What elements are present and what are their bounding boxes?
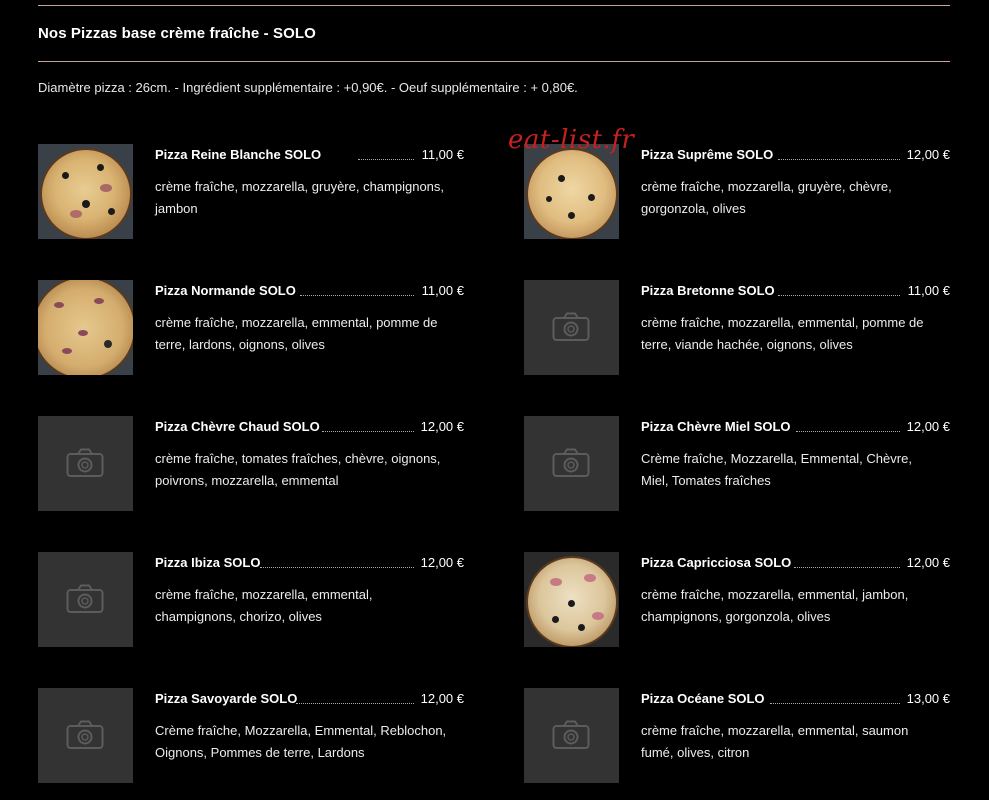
image-placeholder [524,280,619,375]
menu-item-supreme[interactable]: Pizza Suprême SOLO 12,00 € crème fraîche… [524,144,950,239]
item-description: crème fraîche, mozzarella, emmental, jam… [641,587,909,624]
camera-icon [552,448,590,477]
price-leader-dots [778,295,900,296]
menu-item-savoyarde[interactable]: Pizza Savoyarde SOLO 12,00 € Crème fraîc… [38,688,464,783]
price-leader-dots [770,703,900,704]
price-leader-dots [260,567,414,568]
menu-item-chevre-chaud[interactable]: Pizza Chèvre Chaud SOLO 12,00 € crème fr… [38,416,464,511]
section-top-divider [38,5,950,6]
item-name: Pizza Chèvre Chaud SOLO [155,419,320,434]
camera-icon [66,448,104,477]
price-leader-dots [300,295,414,296]
item-price: 12,00 € [420,691,464,706]
camera-icon [66,720,104,749]
price-leader-dots [796,431,900,432]
item-name: Pizza Normande SOLO [155,283,296,298]
item-price: 12,00 € [906,419,950,434]
item-name: Pizza Ibiza SOLO [155,555,261,570]
item-description: crème fraîche, mozzarella, emmental, pom… [155,315,438,352]
menu-item-reine-blanche[interactable]: Pizza Reine Blanche SOLO 11,00 € crème f… [38,144,464,239]
price-leader-dots [322,431,414,432]
item-name: Pizza Capricciosa SOLO [641,555,792,570]
menu-item-chevre-miel[interactable]: Pizza Chèvre Miel SOLO 12,00 € Crème fra… [524,416,950,511]
camera-icon [66,584,104,613]
pizza-photo[interactable] [38,280,133,375]
item-description: crème fraîche, tomates fraîches, chèvre,… [155,451,441,488]
item-price: 12,00 € [906,147,950,162]
item-price: 11,00 € [421,147,464,162]
item-name: Pizza Savoyarde SOLO [155,691,298,706]
menu-item-bretonne[interactable]: Pizza Bretonne SOLO 11,00 € crème fraîch… [524,280,950,375]
pizza-photo[interactable] [524,144,619,239]
menu-item-ibiza[interactable]: Pizza Ibiza SOLO 12,00 € crème fraîche, … [38,552,464,647]
item-description: crème fraîche, mozzarella, gruyère, cham… [155,179,445,216]
section-title: Nos Pizzas base crème fraîche - SOLO [38,25,316,42]
item-description: crème fraîche, mozzarella, emmental, cha… [155,587,373,624]
watermark: eat-list.fr [508,125,635,155]
camera-icon [552,312,590,341]
image-placeholder [38,416,133,511]
section-title-divider [38,61,950,62]
item-name: Pizza Océane SOLO [641,691,765,706]
pizza-photo[interactable] [38,144,133,239]
item-description: crème fraîche, mozzarella, emmental, pom… [641,315,924,352]
item-description: Crème fraîche, Mozzarella, Emmental, Chè… [641,451,912,488]
item-price: 12,00 € [420,419,464,434]
image-placeholder [524,688,619,783]
price-leader-dots [358,159,414,160]
item-description: Crème fraîche, Mozzarella, Emmental, Reb… [155,723,447,760]
price-leader-dots [296,703,414,704]
price-leader-dots [794,567,900,568]
item-price: 12,00 € [906,555,950,570]
image-placeholder [38,688,133,783]
item-price: 11,00 € [907,283,950,298]
menu-item-oceane[interactable]: Pizza Océane SOLO 13,00 € crème fraîche,… [524,688,950,783]
price-leader-dots [778,159,900,160]
item-description: crème fraîche, mozzarella, gruyère, chèv… [641,179,892,216]
camera-icon [552,720,590,749]
menu-item-normande[interactable]: Pizza Normande SOLO 11,00 € crème fraîch… [38,280,464,375]
item-price: 13,00 € [906,691,950,706]
item-name: Pizza Chèvre Miel SOLO [641,419,791,434]
item-price: 11,00 € [421,283,464,298]
menu-item-capricciosa[interactable]: Pizza Capricciosa SOLO 12,00 € crème fra… [524,552,950,647]
item-name: Pizza Reine Blanche SOLO [155,147,322,162]
item-price: 12,00 € [420,555,464,570]
item-name: Pizza Suprême SOLO [641,147,774,162]
image-placeholder [524,416,619,511]
image-placeholder [38,552,133,647]
pizza-photo[interactable] [524,552,619,647]
item-description: crème fraîche, mozzarella, emmental, sau… [641,723,909,760]
section-info: Diamètre pizza : 26cm. - Ingrédient supp… [38,80,578,95]
item-name: Pizza Bretonne SOLO [641,283,775,298]
